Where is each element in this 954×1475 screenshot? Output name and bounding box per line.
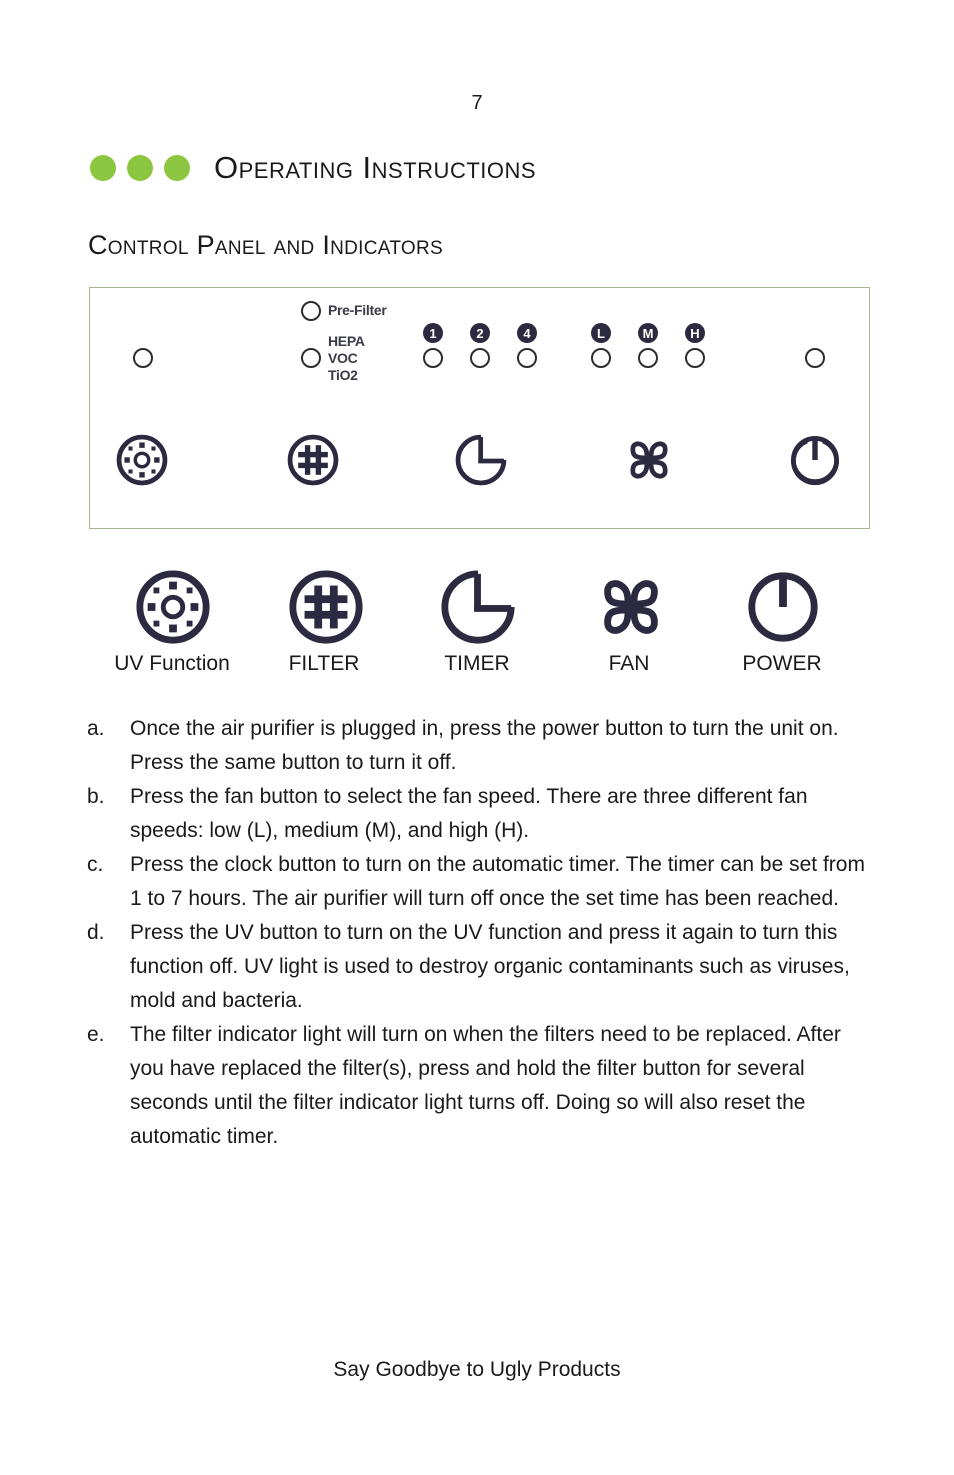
hepa-label: HEPA: [328, 333, 365, 349]
filter-icon: [286, 433, 340, 487]
voc-label: VOC: [328, 350, 358, 366]
list-marker: c.: [87, 853, 104, 876]
fan-label: FAN: [608, 652, 650, 675]
list-item: e. The filter indicator light will turn …: [87, 1018, 877, 1154]
list-marker: b.: [87, 785, 105, 808]
fan-high-badge: H: [685, 323, 705, 343]
timer-1h-led: [423, 348, 443, 368]
power-indicator-led: [805, 348, 825, 368]
page-number: 7: [471, 92, 483, 114]
list-text: The filter indicator light will turn on …: [130, 1023, 841, 1148]
power-button[interactable]: [744, 568, 822, 646]
timer-4h-badge: 4: [517, 323, 537, 343]
fan-icon: [622, 433, 676, 487]
page-heading: Operating Instructions: [214, 150, 537, 185]
green-dot-icon: [90, 155, 116, 181]
list-text: Press the fan button to select the fan s…: [130, 785, 808, 842]
page-footer: Say Goodbye to Ugly Products: [333, 1358, 621, 1381]
filter-button[interactable]: [287, 568, 365, 646]
list-item: b. Press the fan button to select the fa…: [87, 780, 877, 848]
timer-2h-led: [470, 348, 490, 368]
timer-4h-led: [517, 348, 537, 368]
list-text: Once the air purifier is plugged in, pre…: [130, 717, 839, 774]
list-item: a. Once the air purifier is plugged in, …: [87, 712, 877, 780]
fan-medium-badge: M: [638, 323, 658, 343]
instructions-list: a. Once the air purifier is plugged in, …: [87, 712, 877, 1154]
timer-2h-badge: 2: [470, 323, 490, 343]
green-dot-icon: [127, 155, 153, 181]
heading-bullets: [90, 155, 190, 181]
control-panel-diagram: Pre-Filter HEPA VOC TiO2 1 2 4 L M H: [89, 287, 870, 529]
uv-function-label: UV Function: [114, 652, 230, 675]
timer-button[interactable]: [439, 568, 517, 646]
timer-1h-badge: 1: [423, 323, 443, 343]
uv-indicator-led: [133, 348, 153, 368]
fan-low-led: [591, 348, 611, 368]
fan-medium-led: [638, 348, 658, 368]
list-marker: a.: [87, 717, 105, 740]
filter-label: FILTER: [288, 652, 360, 675]
section-heading: Control Panel and Indicators: [88, 230, 443, 260]
fan-low-badge: L: [591, 323, 611, 343]
power-icon: [788, 433, 842, 487]
list-text: Press the clock button to turn on the au…: [130, 853, 865, 910]
list-text: Press the UV button to turn on the UV fu…: [130, 921, 850, 1012]
uv-icon: [115, 433, 169, 487]
list-item: c. Press the clock button to turn on the…: [87, 848, 877, 916]
fan-button[interactable]: [592, 568, 670, 646]
timer-label: TIMER: [444, 652, 510, 675]
tio2-label: TiO2: [328, 367, 358, 383]
prefilter-indicator-led: [301, 301, 321, 321]
green-dot-icon: [164, 155, 190, 181]
list-marker: d.: [87, 921, 105, 944]
list-item: d. Press the UV button to turn on the UV…: [87, 916, 877, 1018]
uv-function-button[interactable]: [134, 568, 212, 646]
list-marker: e.: [87, 1023, 105, 1046]
prefilter-label: Pre-Filter: [328, 302, 387, 318]
power-label: POWER: [742, 652, 822, 675]
timer-icon: [454, 433, 508, 487]
hepa-indicator-led: [301, 348, 321, 368]
fan-high-led: [685, 348, 705, 368]
